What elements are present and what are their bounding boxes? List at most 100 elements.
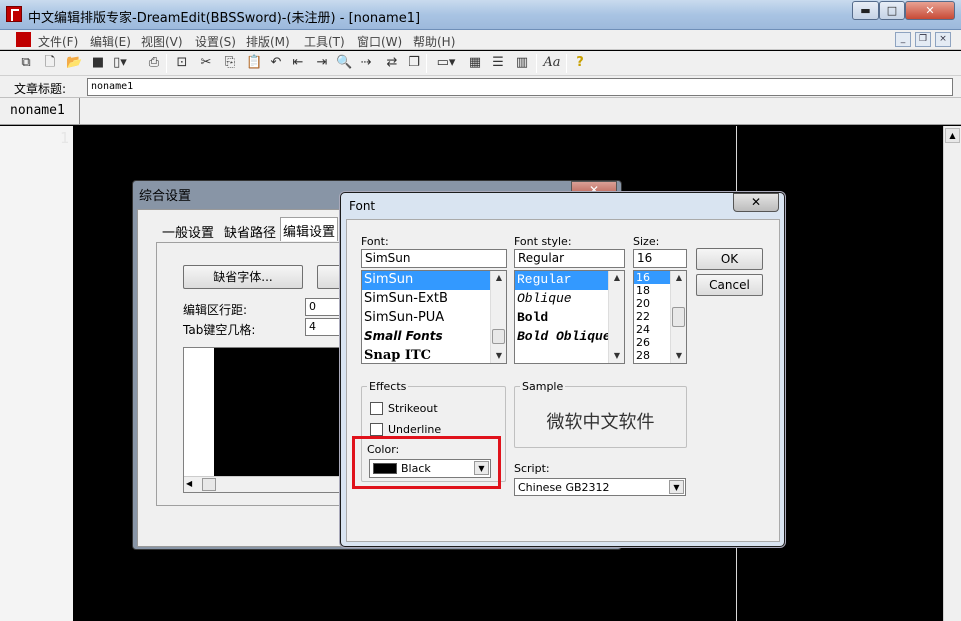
- article-title-input[interactable]: noname1: [87, 78, 953, 96]
- mdi-restore-button[interactable]: ❐: [915, 32, 931, 47]
- strikeout-checkbox[interactable]: [370, 402, 383, 415]
- style-list-scrollbar[interactable]: ▲ ▼: [608, 271, 624, 363]
- font-option[interactable]: SimSun-PUA: [362, 309, 506, 328]
- preview-black-area: [214, 348, 354, 476]
- find-next-icon[interactable]: ⇢: [358, 55, 374, 71]
- mdi-close-button[interactable]: ×: [935, 32, 951, 47]
- scroll-up-icon[interactable]: ▲: [671, 272, 686, 284]
- script-select[interactable]: Chinese GB2312 ▼: [514, 478, 686, 496]
- new-document-icon[interactable]: 🗋: [42, 55, 58, 71]
- size-list-scrollbar[interactable]: ▲ ▼: [670, 271, 686, 363]
- scroll-up-icon[interactable]: ▲: [491, 272, 506, 284]
- font-option[interactable]: SimSun: [362, 271, 506, 290]
- tab-edit-settings[interactable]: 编辑设置: [280, 217, 339, 241]
- font-list-scrollbar[interactable]: ▲ ▼: [490, 271, 506, 363]
- document-icon[interactable]: [16, 32, 31, 47]
- close-button[interactable]: ✕: [905, 1, 955, 20]
- sample-label: Sample: [520, 380, 566, 393]
- article-title-row: 文章标题: noname1: [0, 76, 961, 98]
- tab-spaces-label: Tab键空几格:: [183, 323, 256, 337]
- windows-icon[interactable]: ⧉: [18, 55, 34, 71]
- help-icon[interactable]: ?: [572, 55, 588, 71]
- vertical-scrollbar[interactable]: ▲: [943, 126, 961, 621]
- preview-hscrollbar[interactable]: ◀: [184, 476, 354, 492]
- strikeout-label: Strikeout: [388, 402, 438, 415]
- font-list-scroll-thumb[interactable]: [492, 329, 505, 344]
- size-list-scroll-thumb[interactable]: [672, 307, 685, 327]
- font-dialog-body: Font: SimSun SimSun SimSun-ExtB SimSun-P…: [346, 219, 780, 542]
- find-icon[interactable]: 🔍: [336, 55, 352, 71]
- cut-icon[interactable]: ✂: [198, 55, 214, 71]
- font-name-input[interactable]: SimSun: [361, 249, 507, 268]
- paste-icon[interactable]: 📋: [246, 55, 262, 71]
- scroll-left-icon[interactable]: ◀: [186, 479, 192, 488]
- scroll-up-icon[interactable]: ▲: [945, 128, 960, 143]
- window-stack-icon[interactable]: ❐: [406, 55, 422, 71]
- format-table-icon[interactable]: ▦: [467, 55, 483, 71]
- print-icon[interactable]: ⎙: [146, 55, 162, 71]
- menu-tools[interactable]: 工具(T): [304, 33, 345, 50]
- chevron-down-icon[interactable]: ▼: [669, 480, 684, 494]
- font-name-list[interactable]: SimSun SimSun-ExtB SimSun-PUA Small Font…: [361, 270, 507, 364]
- tab-spaces-input[interactable]: 4: [305, 318, 345, 336]
- preview-scroll-thumb[interactable]: [202, 478, 216, 491]
- comment-dropdown-icon[interactable]: ▭▾: [434, 55, 458, 71]
- menu-file[interactable]: 文件(F): [38, 33, 78, 50]
- sample-text: 微软中文软件: [546, 412, 655, 433]
- size-list[interactable]: 16 18 20 22 24 26 28 ▲ ▼: [633, 270, 687, 364]
- replace-icon[interactable]: ⇄: [384, 55, 400, 71]
- paste-text-icon[interactable]: ⊡: [174, 55, 190, 71]
- scroll-up-icon[interactable]: ▲: [609, 272, 624, 284]
- indent-icon[interactable]: ⇥: [314, 55, 330, 71]
- scroll-down-icon[interactable]: ▼: [491, 350, 506, 362]
- format-list-icon[interactable]: ☰: [490, 55, 506, 71]
- mdi-minimize-button[interactable]: _: [895, 32, 911, 47]
- document-dropdown-icon[interactable]: ▯▾: [112, 55, 128, 71]
- document-tab[interactable]: noname1: [6, 98, 80, 124]
- toolbar-separator: [166, 54, 167, 73]
- menu-edit[interactable]: 编辑(E): [90, 33, 131, 50]
- size-label: Size:: [633, 235, 660, 248]
- document-tab-strip: noname1: [0, 98, 961, 125]
- outdent-icon[interactable]: ⇤: [290, 55, 306, 71]
- effects-label: Effects: [367, 380, 409, 393]
- color-highlight-annotation: [352, 436, 501, 489]
- underline-checkbox[interactable]: [370, 423, 383, 436]
- font-option[interactable]: Snap ITC: [362, 347, 506, 363]
- default-font-button[interactable]: 缺省字体...: [183, 265, 303, 289]
- toolbar-separator: [426, 54, 427, 73]
- preview-box: ◀: [183, 347, 354, 493]
- tab-general[interactable]: 一般设置: [160, 219, 216, 241]
- save-icon[interactable]: ■: [90, 55, 106, 71]
- font-option[interactable]: Small Fonts: [362, 328, 506, 347]
- scroll-down-icon[interactable]: ▼: [609, 350, 624, 362]
- size-option[interactable]: 16: [634, 271, 670, 284]
- font-style-input[interactable]: Regular: [514, 249, 625, 268]
- cancel-button[interactable]: Cancel: [696, 274, 763, 296]
- font-dialog-close-button[interactable]: ✕: [733, 193, 779, 212]
- underline-label: Underline: [388, 423, 442, 436]
- copy-icon[interactable]: ⎘: [222, 55, 238, 71]
- menu-layout[interactable]: 排版(M): [246, 33, 290, 50]
- menu-help[interactable]: 帮助(H): [413, 33, 455, 50]
- undo-icon[interactable]: ↶: [268, 55, 284, 71]
- font-style-icon[interactable]: Aa: [542, 55, 562, 71]
- font-option[interactable]: SimSun-ExtB: [362, 290, 506, 309]
- line-spacing-input[interactable]: 0: [305, 298, 345, 316]
- ok-button[interactable]: OK: [696, 248, 763, 270]
- font-style-list[interactable]: Regular Oblique Bold Bold Oblique ▲ ▼: [514, 270, 625, 364]
- menu-view[interactable]: 视图(V): [141, 33, 183, 50]
- open-folder-icon[interactable]: 📂: [66, 55, 82, 71]
- tab-default-path[interactable]: 缺省路径: [222, 219, 278, 241]
- format-columns-icon[interactable]: ▥: [514, 55, 530, 71]
- maximize-button[interactable]: □: [879, 1, 905, 20]
- app-icon[interactable]: [6, 6, 22, 22]
- menu-window[interactable]: 窗口(W): [357, 33, 402, 50]
- menu-settings[interactable]: 设置(S): [195, 33, 236, 50]
- minimize-button[interactable]: ▬: [852, 1, 879, 20]
- size-input[interactable]: 16: [633, 249, 687, 268]
- scroll-down-icon[interactable]: ▼: [671, 350, 686, 362]
- line-number-gutter: 1: [0, 126, 73, 621]
- script-label: Script:: [514, 462, 550, 475]
- font-dialog-title: Font: [349, 199, 376, 213]
